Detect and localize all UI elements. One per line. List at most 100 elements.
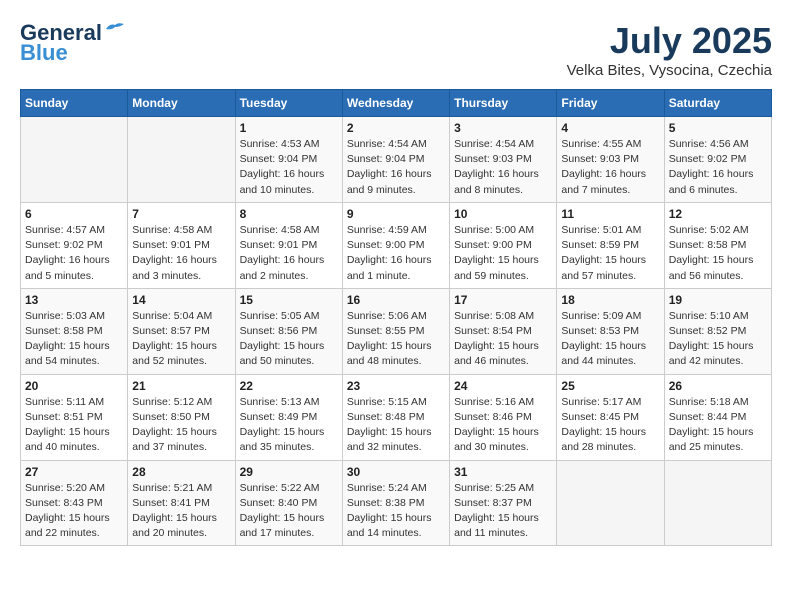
calendar-cell: 22 Sunrise: 5:13 AM Sunset: 8:49 PM Dayli… bbox=[235, 374, 342, 460]
calendar-cell bbox=[128, 117, 235, 203]
day-number: 26 bbox=[669, 379, 767, 393]
calendar-cell: 24Sunrise: 5:16 AM Sunset: 8:46 PM Dayli… bbox=[450, 374, 557, 460]
calendar-cell: 1 Sunrise: 4:53 AM Sunset: 9:04 PM Daylig… bbox=[235, 117, 342, 203]
calendar-cell: 17 Sunrise: 5:08 AM Sunset: 8:54 PM Dayli… bbox=[450, 288, 557, 374]
calendar-cell: 14 Sunrise: 5:04 AM Sunset: 8:57 PM Dayli… bbox=[128, 288, 235, 374]
calendar-week-row: 1 Sunrise: 4:53 AM Sunset: 9:04 PM Daylig… bbox=[21, 117, 772, 203]
calendar-cell: 6Sunrise: 4:57 AM Sunset: 9:02 PM Daylig… bbox=[21, 202, 128, 288]
day-info: Sunrise: 5:18 AM Sunset: 8:44 PM Dayligh… bbox=[669, 395, 767, 456]
col-header-tuesday: Tuesday bbox=[235, 90, 342, 117]
calendar-cell: 9 Sunrise: 4:59 AM Sunset: 9:00 PM Daylig… bbox=[342, 202, 449, 288]
logo-bird-icon bbox=[104, 21, 126, 37]
calendar-cell: 13Sunrise: 5:03 AM Sunset: 8:58 PM Dayli… bbox=[21, 288, 128, 374]
col-header-friday: Friday bbox=[557, 90, 664, 117]
calendar-week-row: 13Sunrise: 5:03 AM Sunset: 8:58 PM Dayli… bbox=[21, 288, 772, 374]
calendar-cell: 31Sunrise: 5:25 AM Sunset: 8:37 PM Dayli… bbox=[450, 460, 557, 546]
day-info: Sunrise: 5:16 AM Sunset: 8:46 PM Dayligh… bbox=[454, 395, 552, 456]
calendar-cell: 11Sunrise: 5:01 AM Sunset: 8:59 PM Dayli… bbox=[557, 202, 664, 288]
calendar-cell: 7 Sunrise: 4:58 AM Sunset: 9:01 PM Daylig… bbox=[128, 202, 235, 288]
calendar-week-row: 27 Sunrise: 5:20 AM Sunset: 8:43 PM Dayli… bbox=[21, 460, 772, 546]
day-info: Sunrise: 4:58 AM Sunset: 9:01 PM Dayligh… bbox=[240, 223, 338, 284]
day-number: 2 bbox=[347, 121, 445, 135]
day-number: 3 bbox=[454, 121, 552, 135]
calendar-cell: 8 Sunrise: 4:58 AM Sunset: 9:01 PM Daylig… bbox=[235, 202, 342, 288]
col-header-thursday: Thursday bbox=[450, 90, 557, 117]
col-header-saturday: Saturday bbox=[664, 90, 771, 117]
col-header-sunday: Sunday bbox=[21, 90, 128, 117]
day-info: Sunrise: 5:12 AM Sunset: 8:50 PM Dayligh… bbox=[132, 395, 230, 456]
day-info: Sunrise: 5:15 AM Sunset: 8:48 PM Dayligh… bbox=[347, 395, 445, 456]
day-info: Sunrise: 5:17 AM Sunset: 8:45 PM Dayligh… bbox=[561, 395, 659, 456]
calendar-cell: 15Sunrise: 5:05 AM Sunset: 8:56 PM Dayli… bbox=[235, 288, 342, 374]
calendar-cell bbox=[557, 460, 664, 546]
day-info: Sunrise: 5:08 AM Sunset: 8:54 PM Dayligh… bbox=[454, 309, 552, 370]
logo: General Blue bbox=[20, 20, 126, 66]
calendar-week-row: 20Sunrise: 5:11 AM Sunset: 8:51 PM Dayli… bbox=[21, 374, 772, 460]
day-number: 14 bbox=[132, 293, 230, 307]
day-info: Sunrise: 5:02 AM Sunset: 8:58 PM Dayligh… bbox=[669, 223, 767, 284]
day-number: 5 bbox=[669, 121, 767, 135]
day-info: Sunrise: 5:04 AM Sunset: 8:57 PM Dayligh… bbox=[132, 309, 230, 370]
day-number: 31 bbox=[454, 465, 552, 479]
location: Velka Bites, Vysocina, Czechia bbox=[567, 62, 772, 79]
day-number: 7 bbox=[132, 207, 230, 221]
day-number: 11 bbox=[561, 207, 659, 221]
calendar-cell: 21 Sunrise: 5:12 AM Sunset: 8:50 PM Dayli… bbox=[128, 374, 235, 460]
day-info: Sunrise: 4:59 AM Sunset: 9:00 PM Dayligh… bbox=[347, 223, 445, 284]
day-info: Sunrise: 5:00 AM Sunset: 9:00 PM Dayligh… bbox=[454, 223, 552, 284]
day-number: 10 bbox=[454, 207, 552, 221]
day-info: Sunrise: 4:54 AM Sunset: 9:04 PM Dayligh… bbox=[347, 137, 445, 198]
day-info: Sunrise: 5:21 AM Sunset: 8:41 PM Dayligh… bbox=[132, 481, 230, 542]
calendar-table: SundayMondayTuesdayWednesdayThursdayFrid… bbox=[20, 89, 772, 546]
day-number: 4 bbox=[561, 121, 659, 135]
day-number: 1 bbox=[240, 121, 338, 135]
day-info: Sunrise: 4:55 AM Sunset: 9:03 PM Dayligh… bbox=[561, 137, 659, 198]
day-info: Sunrise: 5:05 AM Sunset: 8:56 PM Dayligh… bbox=[240, 309, 338, 370]
day-info: Sunrise: 4:54 AM Sunset: 9:03 PM Dayligh… bbox=[454, 137, 552, 198]
calendar-cell: 26 Sunrise: 5:18 AM Sunset: 8:44 PM Dayli… bbox=[664, 374, 771, 460]
calendar-cell bbox=[664, 460, 771, 546]
day-info: Sunrise: 4:53 AM Sunset: 9:04 PM Dayligh… bbox=[240, 137, 338, 198]
day-number: 30 bbox=[347, 465, 445, 479]
day-number: 19 bbox=[669, 293, 767, 307]
calendar-cell: 4 Sunrise: 4:55 AM Sunset: 9:03 PM Daylig… bbox=[557, 117, 664, 203]
calendar-cell: 28 Sunrise: 5:21 AM Sunset: 8:41 PM Dayli… bbox=[128, 460, 235, 546]
day-info: Sunrise: 4:56 AM Sunset: 9:02 PM Dayligh… bbox=[669, 137, 767, 198]
day-number: 28 bbox=[132, 465, 230, 479]
calendar-cell: 3 Sunrise: 4:54 AM Sunset: 9:03 PM Daylig… bbox=[450, 117, 557, 203]
calendar-cell bbox=[21, 117, 128, 203]
title-block: July 2025 Velka Bites, Vysocina, Czechia bbox=[567, 20, 772, 79]
calendar-cell: 16 Sunrise: 5:06 AM Sunset: 8:55 PM Dayli… bbox=[342, 288, 449, 374]
calendar-cell: 20Sunrise: 5:11 AM Sunset: 8:51 PM Dayli… bbox=[21, 374, 128, 460]
day-info: Sunrise: 5:22 AM Sunset: 8:40 PM Dayligh… bbox=[240, 481, 338, 542]
logo-blue: Blue bbox=[20, 40, 68, 66]
calendar-cell: 29 Sunrise: 5:22 AM Sunset: 8:40 PM Dayli… bbox=[235, 460, 342, 546]
calendar-cell: 10 Sunrise: 5:00 AM Sunset: 9:00 PM Dayli… bbox=[450, 202, 557, 288]
day-number: 17 bbox=[454, 293, 552, 307]
day-number: 22 bbox=[240, 379, 338, 393]
calendar-cell: 19 Sunrise: 5:10 AM Sunset: 8:52 PM Dayli… bbox=[664, 288, 771, 374]
day-number: 20 bbox=[25, 379, 123, 393]
day-number: 18 bbox=[561, 293, 659, 307]
day-info: Sunrise: 5:13 AM Sunset: 8:49 PM Dayligh… bbox=[240, 395, 338, 456]
col-header-monday: Monday bbox=[128, 90, 235, 117]
calendar-cell: 12Sunrise: 5:02 AM Sunset: 8:58 PM Dayli… bbox=[664, 202, 771, 288]
day-number: 6 bbox=[25, 207, 123, 221]
calendar-cell: 5 Sunrise: 4:56 AM Sunset: 9:02 PM Daylig… bbox=[664, 117, 771, 203]
calendar-cell: 23 Sunrise: 5:15 AM Sunset: 8:48 PM Dayli… bbox=[342, 374, 449, 460]
day-number: 21 bbox=[132, 379, 230, 393]
day-info: Sunrise: 5:20 AM Sunset: 8:43 PM Dayligh… bbox=[25, 481, 123, 542]
calendar-header-row: SundayMondayTuesdayWednesdayThursdayFrid… bbox=[21, 90, 772, 117]
day-number: 29 bbox=[240, 465, 338, 479]
page-header: General Blue July 2025 Velka Bites, Vyso… bbox=[20, 20, 772, 79]
day-info: Sunrise: 5:09 AM Sunset: 8:53 PM Dayligh… bbox=[561, 309, 659, 370]
day-number: 8 bbox=[240, 207, 338, 221]
month-title: July 2025 bbox=[567, 20, 772, 62]
day-info: Sunrise: 5:06 AM Sunset: 8:55 PM Dayligh… bbox=[347, 309, 445, 370]
day-info: Sunrise: 5:10 AM Sunset: 8:52 PM Dayligh… bbox=[669, 309, 767, 370]
day-info: Sunrise: 4:58 AM Sunset: 9:01 PM Dayligh… bbox=[132, 223, 230, 284]
day-number: 23 bbox=[347, 379, 445, 393]
day-number: 16 bbox=[347, 293, 445, 307]
day-number: 27 bbox=[25, 465, 123, 479]
day-number: 9 bbox=[347, 207, 445, 221]
